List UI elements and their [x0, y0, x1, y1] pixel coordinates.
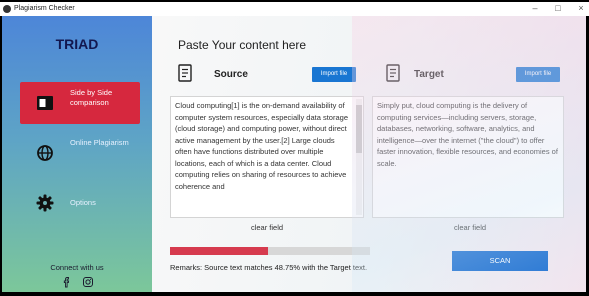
source-import-button[interactable]: Import file [312, 67, 356, 82]
sidebar-item-label: Side by Side comparison [70, 88, 113, 107]
connect-label: Connect with us [50, 263, 104, 272]
match-progress-bar [170, 247, 370, 255]
facebook-icon[interactable] [61, 276, 73, 288]
instagram-icon[interactable] [82, 276, 94, 288]
source-text: Cloud computing[1] is the on-demand avai… [175, 101, 348, 191]
source-title: Source [214, 69, 248, 80]
app-icon [3, 5, 11, 13]
app-logo: TRIAD [55, 36, 99, 52]
target-text: Simply put, cloud computing is the deliv… [377, 101, 558, 168]
maximize-button[interactable]: □ [551, 3, 565, 13]
document-icon [386, 64, 400, 82]
sidebar-item-label: Options [70, 198, 96, 207]
sidebar-item-label: Online Plagiarism [70, 138, 129, 147]
window-title: Plagiarism Checker [14, 5, 75, 12]
globe-icon [37, 145, 53, 161]
source-textarea[interactable]: Cloud computing[1] is the on-demand avai… [170, 96, 364, 218]
source-scrollbar[interactable] [356, 99, 362, 215]
target-title: Target [414, 69, 444, 80]
minimize-button[interactable]: – [528, 3, 542, 13]
title-bar: Plagiarism Checker – □ × [0, 2, 589, 16]
sidebar-item-options[interactable]: Options [20, 182, 140, 224]
remarks-text: Remarks: Source text matches 48.75% with… [170, 263, 368, 272]
sidebar-item-online-plagiarism[interactable]: Online Plagiarism [20, 132, 140, 174]
match-progress-fill [170, 247, 268, 255]
id-card-icon [37, 96, 53, 110]
sidebar: TRIAD Side by Side comparison Online Pla… [2, 16, 152, 292]
target-textarea[interactable]: Simply put, cloud computing is the deliv… [372, 96, 564, 218]
target-clear-field-button[interactable]: clear field [440, 223, 500, 232]
close-button[interactable]: × [574, 3, 588, 13]
gear-icon [36, 194, 54, 212]
document-icon [178, 64, 192, 82]
sidebar-item-side-by-side[interactable]: Side by Side comparison [20, 82, 140, 124]
main-panel: Paste Your content here Source Import fi… [152, 16, 586, 292]
source-clear-field-button[interactable]: clear field [237, 223, 297, 232]
scan-button[interactable]: SCAN [452, 251, 548, 271]
page-heading: Paste Your content here [178, 38, 307, 52]
scroll-thumb[interactable] [356, 105, 362, 153]
target-import-button[interactable]: Import file [516, 67, 560, 82]
